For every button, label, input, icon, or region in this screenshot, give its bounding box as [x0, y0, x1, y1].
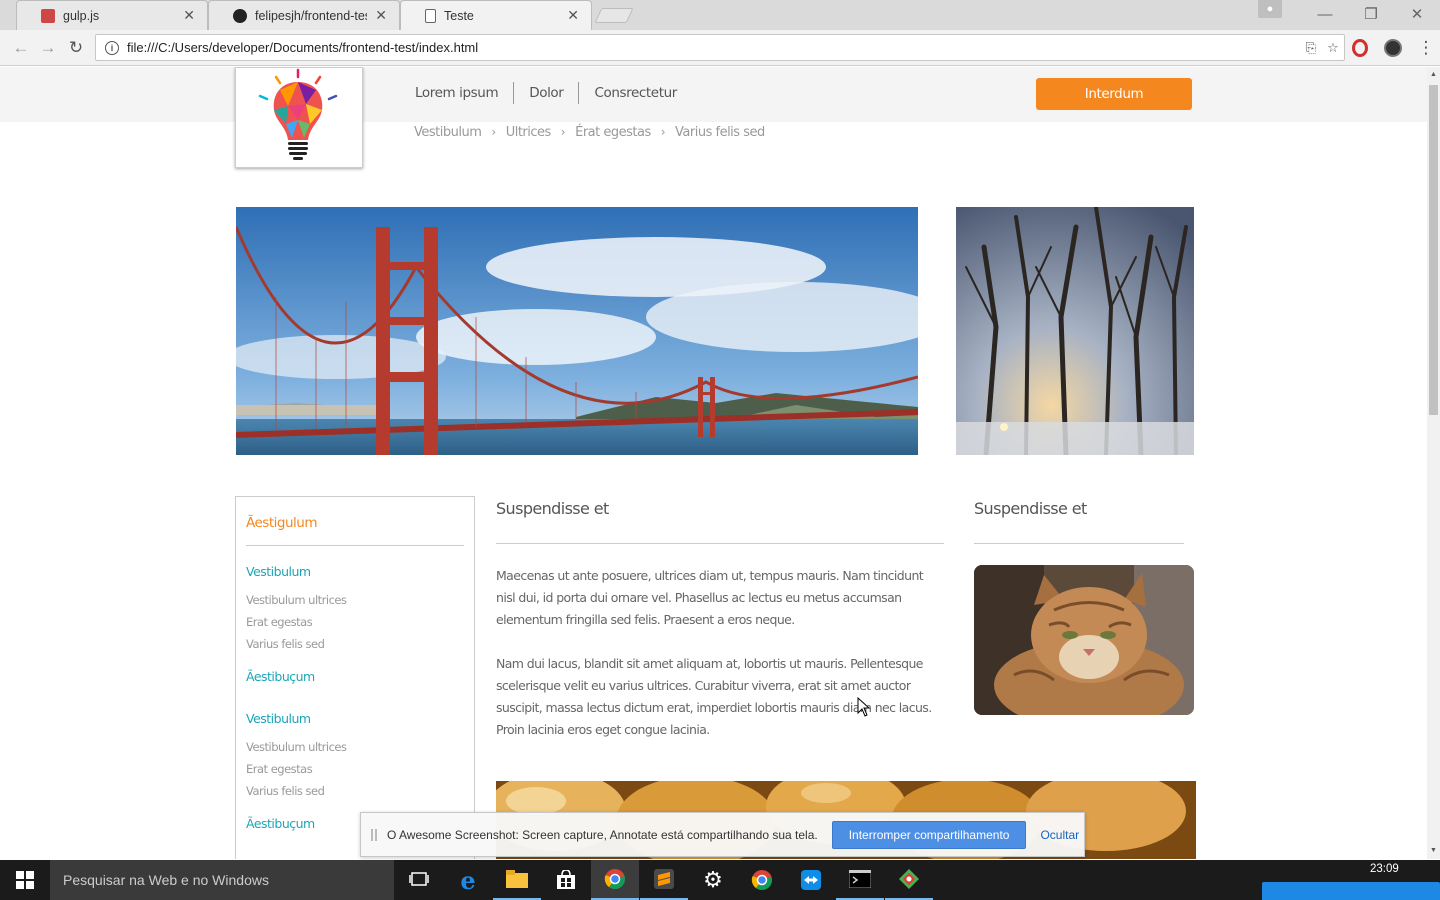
nav-link-lorem-ipsum[interactable]: Lorem ipsum	[400, 82, 513, 104]
breadcrumb-item[interactable]: Ultrices	[506, 125, 561, 140]
cat-photo	[974, 565, 1194, 715]
sidebar-item[interactable]: Varius felis sed	[246, 633, 464, 655]
breadcrumb: Vestibulum › Ultrices › Érat egestas › V…	[414, 122, 775, 142]
screenshot-extension-icon[interactable]	[1384, 39, 1402, 57]
chevron-right-icon: ›	[660, 125, 666, 139]
restore-button[interactable]: ❐	[1348, 0, 1394, 28]
page-viewport: Lorem ipsum Dolor Consrectetur Interdum …	[0, 67, 1427, 859]
start-button[interactable]	[0, 860, 50, 900]
minimize-button[interactable]: —	[1302, 0, 1348, 28]
hide-banner-link[interactable]: Ocultar	[1040, 828, 1079, 842]
taskbar-search[interactable]: Pesquisar na Web e no Windows	[50, 860, 394, 900]
breadcrumb-item[interactable]: Vestibulum	[414, 125, 491, 140]
info-icon[interactable]: i	[105, 40, 119, 55]
aside-heading: Suspendisse et	[974, 496, 1184, 544]
url-text[interactable]: file:///C:/Users/developer/Documents/fro…	[127, 40, 1300, 55]
window-controls: ● — ❐ ✕	[1258, 0, 1440, 30]
trees-photo	[956, 207, 1194, 455]
chrome-icon[interactable]	[591, 860, 639, 900]
mouse-cursor-icon	[857, 697, 871, 717]
new-tab-button[interactable]	[594, 8, 634, 23]
drag-handle-icon[interactable]	[371, 828, 377, 841]
sidebar-title: Ãestigulum	[246, 497, 464, 546]
sidebar-item[interactable]: Erat egestas	[246, 758, 464, 780]
opera-extension-icon[interactable]	[1352, 39, 1368, 57]
hero-bridge-image	[236, 207, 918, 455]
reload-button[interactable]: ↻	[66, 38, 86, 58]
share-message: O Awesome Screenshot: Screen capture, An…	[387, 827, 818, 842]
stop-sharing-button[interactable]: Interromper compartilhamento	[831, 820, 1027, 849]
breadcrumb-item[interactable]: Érat egestas	[575, 125, 661, 140]
chevron-right-icon: ›	[560, 125, 566, 139]
article-paragraph: Maecenas ut ante posuere, ultrices diam …	[496, 568, 924, 627]
sidebar: Ãestigulum Vestibulum Vestibulum ultrice…	[235, 496, 475, 859]
terminal-icon[interactable]	[836, 860, 884, 900]
aside-panel: Suspendisse et	[974, 496, 1194, 715]
site-logo[interactable]	[235, 67, 363, 168]
sidebar-group-link[interactable]: Vestibulum	[246, 711, 464, 726]
git-gui-icon[interactable]	[885, 860, 933, 900]
breadcrumb-item[interactable]: Varius felis sed	[675, 125, 775, 140]
menu-icon[interactable]: ⋮	[1416, 38, 1436, 58]
windows-logo-icon	[16, 871, 34, 889]
gulp-icon	[41, 8, 55, 23]
sidebar-item[interactable]: Erat egestas	[246, 611, 464, 633]
chevron-right-icon: ›	[491, 125, 496, 139]
screen-share-banner: O Awesome Screenshot: Screen capture, An…	[360, 812, 1085, 857]
bookmark-star-icon[interactable]: ☆	[1322, 40, 1344, 56]
close-icon[interactable]: ✕	[375, 7, 387, 24]
site-header	[0, 67, 1427, 122]
tab-gulp[interactable]: gulp.js ✕	[16, 0, 208, 30]
back-button[interactable]: ←	[11, 38, 31, 58]
tab-title: felipesjh/frontend-test	[255, 8, 368, 23]
sidebar-group-link[interactable]: Ãestibuçum	[246, 669, 464, 684]
taskbar-clock[interactable]: 23:09	[1370, 863, 1399, 875]
profile-icon[interactable]: ●	[1258, 0, 1282, 18]
forward-button[interactable]: →	[38, 38, 58, 58]
tab-title: gulp.js	[63, 8, 100, 23]
scroll-thumb[interactable]	[1429, 85, 1438, 415]
page-scrollbar[interactable]: ▲ ▼	[1427, 67, 1440, 859]
browser-tabstrip: gulp.js ✕ felipesjh/frontend-test ✕ Test…	[0, 0, 1440, 30]
nav-link-dolor[interactable]: Dolor	[514, 82, 578, 104]
article-heading: Suspendisse et	[496, 496, 944, 544]
edge-icon[interactable]: e	[444, 860, 492, 900]
close-icon[interactable]: ✕	[183, 7, 195, 24]
scroll-up-icon[interactable]: ▲	[1427, 69, 1440, 81]
windows-taskbar: Pesquisar na Web e no Windows e ⚙ 23:09	[0, 860, 1440, 900]
tab-github[interactable]: felipesjh/frontend-test ✕	[208, 0, 400, 30]
sidebar-item[interactable]: Vestibulum ultrices	[246, 736, 464, 758]
close-window-button[interactable]: ✕	[1394, 0, 1440, 28]
translate-icon[interactable]: ⎘	[1300, 40, 1322, 56]
browser-toolbar: ← → ↻ i file:///C:/Users/developer/Docum…	[0, 30, 1440, 66]
tab-teste[interactable]: Teste ✕	[400, 0, 592, 30]
close-icon[interactable]: ✕	[567, 7, 579, 24]
task-view-button[interactable]	[395, 860, 443, 900]
notification-toast[interactable]	[1262, 882, 1440, 900]
address-bar[interactable]: i file:///C:/Users/developer/Documents/f…	[95, 34, 1345, 61]
page-icon	[425, 8, 436, 23]
scroll-down-icon[interactable]: ▼	[1427, 845, 1440, 857]
sidebar-group-link[interactable]: Vestibulum	[246, 564, 464, 579]
interdum-button[interactable]: Interdum	[1036, 78, 1192, 110]
main-article: Suspendisse et Maecenas ut ante posuere,…	[496, 496, 944, 741]
chrome-secondary-icon[interactable]	[738, 860, 786, 900]
github-icon	[233, 8, 247, 23]
nav-link-consrectetur[interactable]: Consrectetur	[579, 82, 691, 104]
main-nav: Lorem ipsum Dolor Consrectetur	[400, 82, 692, 104]
sidebar-item[interactable]: Vestibulum ultrices	[246, 589, 464, 611]
sidebar-item[interactable]: Varius felis sed	[246, 780, 464, 802]
store-icon[interactable]	[542, 860, 590, 900]
tab-title: Teste	[444, 8, 474, 23]
sublime-text-icon[interactable]	[640, 860, 688, 900]
file-explorer-icon[interactable]	[493, 860, 541, 900]
article-paragraph: Nam dui lacus, blandit sit amet aliquam …	[496, 656, 932, 737]
teamviewer-icon[interactable]	[787, 860, 835, 900]
settings-gear-icon[interactable]: ⚙	[689, 860, 737, 900]
